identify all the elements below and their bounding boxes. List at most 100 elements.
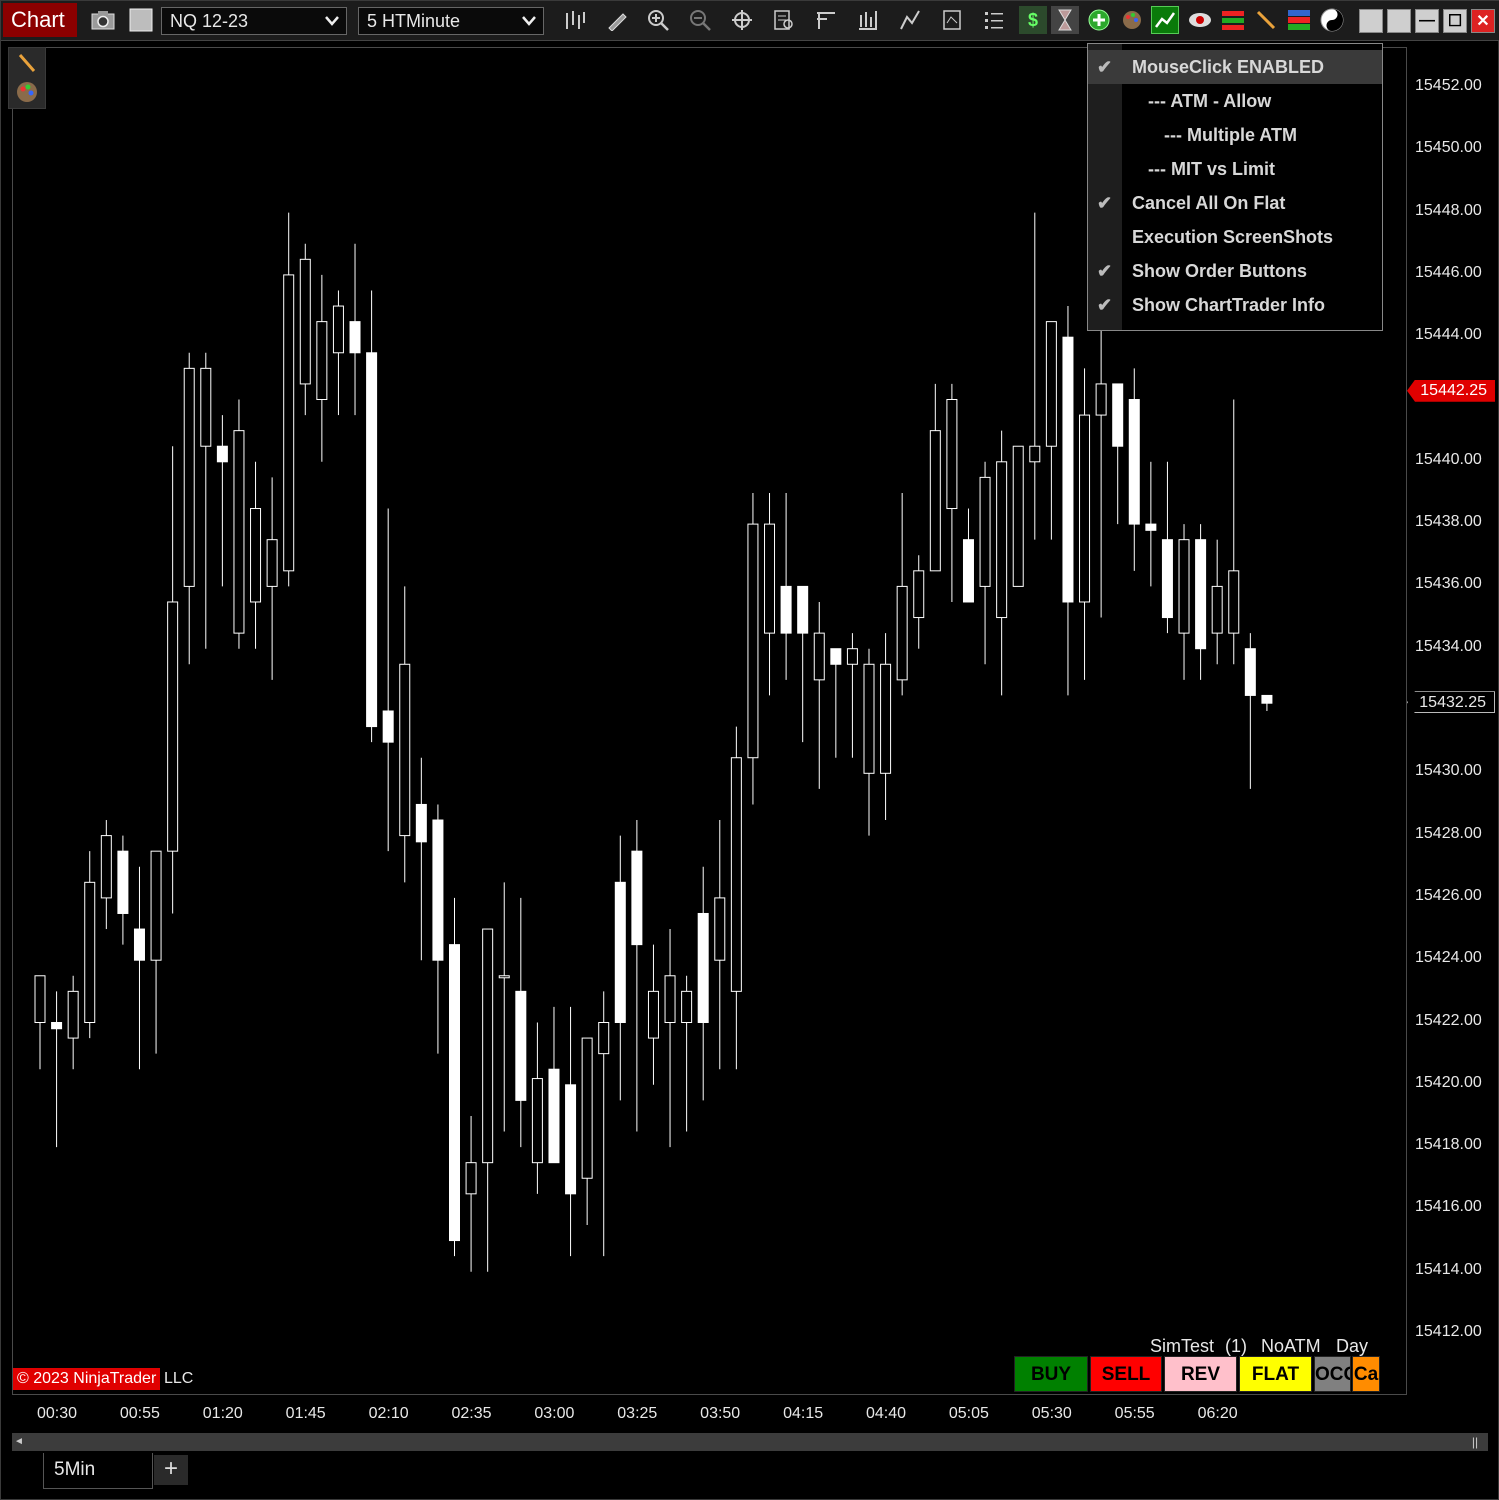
crosshair-icon[interactable]	[728, 6, 756, 34]
candle	[1045, 321, 1057, 540]
tab-5min[interactable]: 5Min	[43, 1453, 153, 1489]
interval-selector[interactable]: 5 HTMinute	[358, 7, 544, 35]
eye-icon[interactable]	[1186, 6, 1214, 34]
scroll-handle-icon[interactable]: ||	[1462, 1433, 1488, 1451]
templates-icon[interactable]	[938, 6, 966, 34]
sell-button[interactable]: SELL	[1090, 1356, 1162, 1392]
horizontal-scrollbar[interactable]: ◄ ||	[12, 1433, 1488, 1451]
flag-icon[interactable]	[1285, 6, 1313, 34]
time-tick-label: 00:30	[36, 1405, 78, 1422]
candle-body-down	[1261, 694, 1273, 704]
drawing-tools-icon[interactable]	[896, 6, 924, 34]
bar-type-icon[interactable]	[561, 6, 589, 34]
zoom-out-icon[interactable]	[686, 6, 714, 34]
candle-body-up	[34, 975, 46, 1024]
candle-body-down	[216, 445, 228, 463]
candle	[515, 897, 527, 1148]
candle-body-up	[598, 1022, 610, 1055]
pencil-icon[interactable]	[1252, 6, 1280, 34]
candle-body-down	[830, 648, 842, 665]
tif-label: Day	[1336, 1336, 1369, 1356]
candle-body-down	[780, 585, 792, 634]
reverse-button[interactable]: REV	[1164, 1356, 1237, 1392]
add-tab-button[interactable]: +	[154, 1455, 188, 1485]
restore-alt-button[interactable]	[1387, 9, 1411, 33]
candle	[846, 633, 858, 758]
scroll-left-arrow-icon[interactable]: ◄	[12, 1433, 26, 1451]
price-axis[interactable]: 15452.00 15450.00 15448.00 15446.00 15444.00…	[1407, 47, 1497, 1395]
green-chart-icon[interactable]	[1151, 6, 1179, 34]
chevron-down-icon	[521, 8, 537, 42]
price-tick-label: 15438.00	[1415, 513, 1482, 531]
pencil-icon[interactable]	[17, 52, 37, 79]
buy-button[interactable]: BUY	[1014, 1356, 1088, 1392]
yin-yang-icon[interactable]	[1318, 6, 1346, 34]
instrument-list-icon[interactable]	[980, 6, 1008, 34]
indicators-icon[interactable]	[812, 6, 840, 34]
candle-body-up	[299, 258, 311, 385]
menu-item[interactable]: --- MIT vs Limit	[1088, 152, 1382, 186]
flatten-button[interactable]: FLAT	[1239, 1356, 1312, 1392]
maximize-button[interactable]: ☐	[1443, 9, 1467, 33]
menu-item[interactable]: --- Multiple ATM	[1088, 118, 1382, 152]
bars-color-icon[interactable]	[1219, 6, 1247, 34]
last-price-marker: 15442.25	[1407, 379, 1495, 402]
instrument-selector[interactable]: NQ 12-23	[161, 7, 347, 35]
menu-item[interactable]: --- ATM - Allow	[1088, 84, 1382, 118]
candle	[697, 866, 709, 1101]
menu-item[interactable]: ✔ Cancel All On Flat	[1088, 186, 1382, 220]
candle	[664, 929, 676, 1148]
candle	[531, 1022, 543, 1194]
candle	[266, 477, 278, 680]
candle	[51, 991, 63, 1148]
menu-item[interactable]: ✔ Show ChartTrader Info	[1088, 288, 1382, 322]
price-tick-label: 15450.00	[1415, 139, 1482, 157]
candle-body-up	[1045, 321, 1057, 447]
candle	[498, 882, 510, 1132]
menu-item[interactable]: ✔ MouseClick ENABLED	[1088, 50, 1382, 84]
candle	[432, 804, 444, 1054]
candle	[962, 508, 974, 603]
oco-button[interactable]: OCO	[1314, 1356, 1351, 1392]
add-icon[interactable]	[1085, 6, 1113, 34]
cancel-button[interactable]: Ca	[1352, 1356, 1380, 1392]
palette-icon[interactable]	[1118, 6, 1146, 34]
strategies-icon[interactable]	[854, 6, 882, 34]
draw-icon[interactable]	[603, 6, 631, 34]
menu-item[interactable]: ✔ Show Order Buttons	[1088, 254, 1382, 288]
palette-icon[interactable]	[15, 80, 39, 109]
time-axis[interactable]: 00:30 00:55 01:20 01:45 02:10 02:35 03:00 03:25…	[12, 1397, 1407, 1431]
close-button[interactable]: ✕	[1471, 9, 1495, 33]
camera-icon[interactable]	[89, 6, 117, 34]
candle-body-up	[100, 835, 112, 899]
zoom-in-icon[interactable]	[644, 6, 672, 34]
minimize-button[interactable]: —	[1415, 9, 1439, 33]
candle	[150, 850, 162, 1054]
candle	[780, 492, 792, 680]
candle-body-down	[415, 803, 427, 843]
candle	[200, 352, 212, 649]
properties-icon[interactable]	[127, 6, 155, 34]
dollar-icon[interactable]: $	[1019, 6, 1047, 34]
candle-body-up	[399, 663, 411, 837]
menu-item[interactable]: Execution ScreenShots	[1088, 220, 1382, 254]
candle	[1128, 368, 1140, 571]
data-box-icon[interactable]	[770, 6, 798, 34]
candle-body-up	[681, 990, 693, 1023]
restore-button[interactable]	[1359, 9, 1383, 33]
candle-body-up	[813, 632, 825, 681]
menu-item-label: MouseClick ENABLED	[1132, 57, 1325, 77]
hourglass-icon[interactable]	[1051, 6, 1079, 34]
candle-body-up	[1012, 445, 1024, 587]
candle	[681, 975, 693, 1132]
candle	[465, 1115, 477, 1272]
candle-body-down	[1112, 383, 1124, 447]
candle-body-down	[697, 912, 709, 1023]
chevron-down-icon	[324, 8, 340, 42]
candle-body-down	[1062, 336, 1074, 603]
candle	[482, 928, 494, 1272]
candle-body-up	[929, 430, 941, 572]
candle-body-up	[896, 585, 908, 681]
candle-body-up	[946, 399, 958, 510]
price-tick-label: 15452.00	[1415, 77, 1482, 94]
